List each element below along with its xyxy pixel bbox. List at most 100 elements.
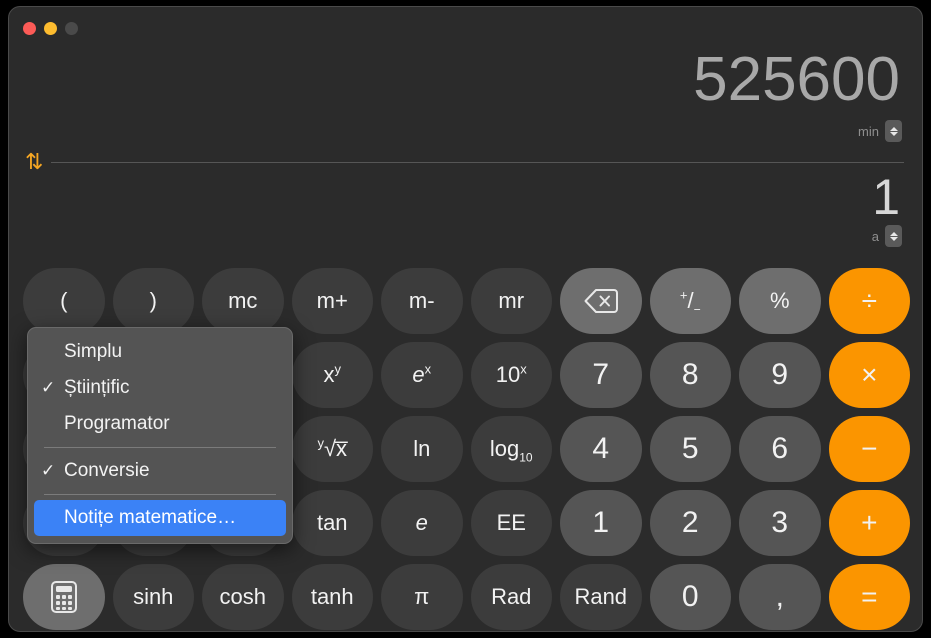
key-close-paren[interactable]: ) bbox=[112, 268, 194, 334]
key-9-label: 9 bbox=[771, 358, 789, 391]
key-log10[interactable]: log10 bbox=[470, 416, 552, 482]
menu-item-conversie-label: Conversie bbox=[64, 460, 150, 481]
key-e[interactable]: e bbox=[381, 490, 463, 556]
key-decimal[interactable]: , bbox=[739, 564, 821, 630]
key-mr[interactable]: mr bbox=[470, 268, 552, 334]
display-divider bbox=[51, 161, 904, 163]
key-m-plus[interactable]: m+ bbox=[291, 268, 373, 334]
secondary-value: 1 bbox=[872, 169, 900, 225]
key-pi[interactable]: π bbox=[381, 564, 463, 630]
key-multiply-label: × bbox=[861, 359, 878, 390]
key-8-label: 8 bbox=[681, 358, 699, 391]
key-y-root-x[interactable]: y√x̅ bbox=[291, 416, 373, 482]
keypad-row-1: () mc m+ m-mr +/−% ÷ bbox=[23, 268, 910, 334]
menu-item-stiintific[interactable]: ✓ Științific bbox=[34, 370, 286, 406]
conversion-swap-row: ⇅ bbox=[25, 147, 904, 177]
checkmark-icon: ✓ bbox=[41, 378, 56, 397]
key-9[interactable]: 9 bbox=[739, 342, 821, 408]
key-mc[interactable]: mc bbox=[202, 268, 284, 334]
key-multiply[interactable]: × bbox=[828, 342, 910, 408]
key-3[interactable]: 3 bbox=[739, 490, 821, 556]
key-5[interactable]: 5 bbox=[649, 416, 731, 482]
key-sign-label: +/− bbox=[679, 287, 701, 317]
menu-separator bbox=[44, 494, 276, 495]
key-2-label: 2 bbox=[681, 506, 699, 539]
key-divide-label: ÷ bbox=[861, 285, 877, 316]
menu-item-stiintific-label: Științific bbox=[64, 377, 130, 398]
menu-item-simplu-label: Simplu bbox=[64, 341, 123, 362]
menu-item-conversie[interactable]: ✓ Conversie bbox=[34, 453, 286, 489]
menu-item-notite-matematice[interactable]: Notițe matematice… bbox=[34, 500, 286, 536]
menu-separator bbox=[44, 447, 276, 448]
key-rand-label: Rand bbox=[574, 584, 628, 609]
menu-item-notite-matematice-label: Notițe matematice… bbox=[64, 507, 237, 528]
key-e-power-x-label: ex bbox=[412, 361, 432, 387]
menu-item-programator-label: Programator bbox=[64, 413, 170, 434]
key-e-power-x[interactable]: ex bbox=[381, 342, 463, 408]
key-x-power-y[interactable]: xy bbox=[291, 342, 373, 408]
key-2[interactable]: 2 bbox=[649, 490, 731, 556]
key-equals[interactable]: = bbox=[828, 564, 910, 630]
key-tan-label: tan bbox=[316, 510, 348, 535]
key-ee[interactable]: EE bbox=[470, 490, 552, 556]
key-open-paren-label: ( bbox=[60, 288, 68, 313]
key-tanh-label: tanh bbox=[310, 584, 354, 609]
key-rand[interactable]: Rand bbox=[560, 564, 642, 630]
key-6-label: 6 bbox=[771, 432, 789, 465]
key-subtract-label: − bbox=[861, 433, 878, 464]
key-4[interactable]: 4 bbox=[560, 416, 642, 482]
key-add-label: + bbox=[861, 507, 878, 538]
key-8[interactable]: 8 bbox=[649, 342, 731, 408]
key-sinh[interactable]: sinh bbox=[112, 564, 194, 630]
swap-vertical-icon[interactable]: ⇅ bbox=[25, 151, 43, 173]
primary-value: 525600 bbox=[693, 45, 900, 114]
key-m-minus[interactable]: m- bbox=[381, 268, 463, 334]
primary-unit-stepper[interactable] bbox=[885, 120, 902, 142]
key-tanh[interactable]: tanh bbox=[291, 564, 373, 630]
key-m-plus-label: m+ bbox=[316, 288, 348, 313]
keypad-row-5: sinh cosh tanh π Rad Rand 0, = bbox=[23, 564, 910, 630]
chevron-down-icon bbox=[889, 131, 898, 136]
key-x-power-y-label: xy bbox=[323, 361, 342, 387]
secondary-unit-row[interactable]: a bbox=[872, 225, 902, 247]
key-rad[interactable]: Rad bbox=[470, 564, 552, 630]
menu-item-simplu[interactable]: Simplu bbox=[34, 334, 286, 370]
key-ln[interactable]: ln bbox=[381, 416, 463, 482]
key-equals-label: = bbox=[861, 581, 878, 612]
key-divide[interactable]: ÷ bbox=[828, 268, 910, 334]
menu-item-programator[interactable]: Programator bbox=[34, 406, 286, 442]
key-0-label: 0 bbox=[681, 580, 699, 613]
display-area: 525600 min ⇅ 1 a bbox=[9, 7, 922, 251]
key-1[interactable]: 1 bbox=[560, 490, 642, 556]
key-ln-label: ln bbox=[413, 436, 431, 461]
secondary-unit-stepper[interactable] bbox=[885, 225, 902, 247]
key-percent[interactable]: % bbox=[739, 268, 821, 334]
backspace-icon bbox=[584, 289, 618, 313]
key-add[interactable]: + bbox=[828, 490, 910, 556]
key-mode-menu[interactable] bbox=[23, 564, 105, 630]
key-ten-power-x[interactable]: 10x bbox=[470, 342, 552, 408]
key-cosh-label: cosh bbox=[219, 584, 266, 609]
key-7[interactable]: 7 bbox=[560, 342, 642, 408]
key-sign[interactable]: +/− bbox=[649, 268, 731, 334]
key-mc-label: mc bbox=[228, 288, 258, 313]
primary-unit-row[interactable]: min bbox=[858, 120, 902, 142]
key-subtract[interactable]: − bbox=[828, 416, 910, 482]
key-e-label: e bbox=[415, 510, 428, 535]
key-6[interactable]: 6 bbox=[739, 416, 821, 482]
mode-menu-popup: Simplu ✓ Științific Programator ✓ Conversie No… bbox=[27, 327, 293, 544]
key-7-label: 7 bbox=[592, 358, 610, 391]
key-percent-label: % bbox=[769, 288, 790, 313]
key-5-label: 5 bbox=[681, 432, 699, 465]
chevron-up-icon bbox=[889, 126, 898, 131]
key-0[interactable]: 0 bbox=[649, 564, 731, 630]
key-ee-label: EE bbox=[496, 510, 526, 535]
key-delete[interactable] bbox=[560, 268, 642, 334]
key-cosh[interactable]: cosh bbox=[202, 564, 284, 630]
key-tan[interactable]: tan bbox=[291, 490, 373, 556]
key-mr-label: mr bbox=[498, 288, 525, 313]
key-m-minus-label: m- bbox=[408, 288, 435, 313]
key-open-paren[interactable]: ( bbox=[23, 268, 105, 334]
chevron-down-icon bbox=[889, 236, 898, 241]
key-4-label: 4 bbox=[592, 432, 610, 465]
